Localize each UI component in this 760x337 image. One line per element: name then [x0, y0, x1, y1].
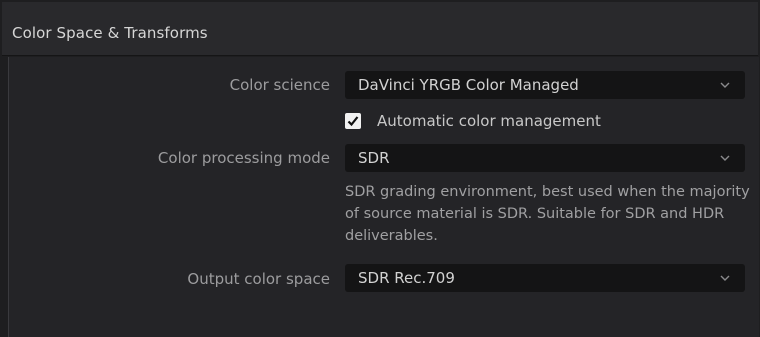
output-color-space-label: Output color space	[187, 270, 330, 288]
color-processing-mode-label: Color processing mode	[157, 149, 330, 167]
color-space-panel: Color Space & Transforms Color science D…	[0, 0, 760, 337]
chevron-down-icon	[720, 155, 730, 161]
chevron-down-icon	[720, 275, 730, 281]
color-processing-mode-description: SDR grading environment, best used when …	[345, 184, 750, 244]
color-science-label: Color science	[229, 76, 330, 94]
color-processing-mode-dropdown[interactable]: SDR	[345, 144, 745, 172]
panel-header: Color Space & Transforms	[2, 2, 758, 56]
output-color-space-value: SDR Rec.709	[358, 269, 455, 287]
auto-color-management-label: Automatic color management	[377, 112, 601, 130]
checkmark-icon	[347, 116, 359, 127]
chevron-down-icon	[720, 82, 730, 88]
auto-color-management-checkbox[interactable]	[345, 113, 361, 129]
output-color-space-dropdown[interactable]: SDR Rec.709	[345, 264, 745, 292]
color-processing-mode-value: SDR	[358, 149, 390, 167]
color-science-value: DaVinci YRGB Color Managed	[358, 76, 579, 94]
color-science-dropdown[interactable]: DaVinci YRGB Color Managed	[345, 71, 745, 99]
panel-title: Color Space & Transforms	[12, 24, 208, 42]
